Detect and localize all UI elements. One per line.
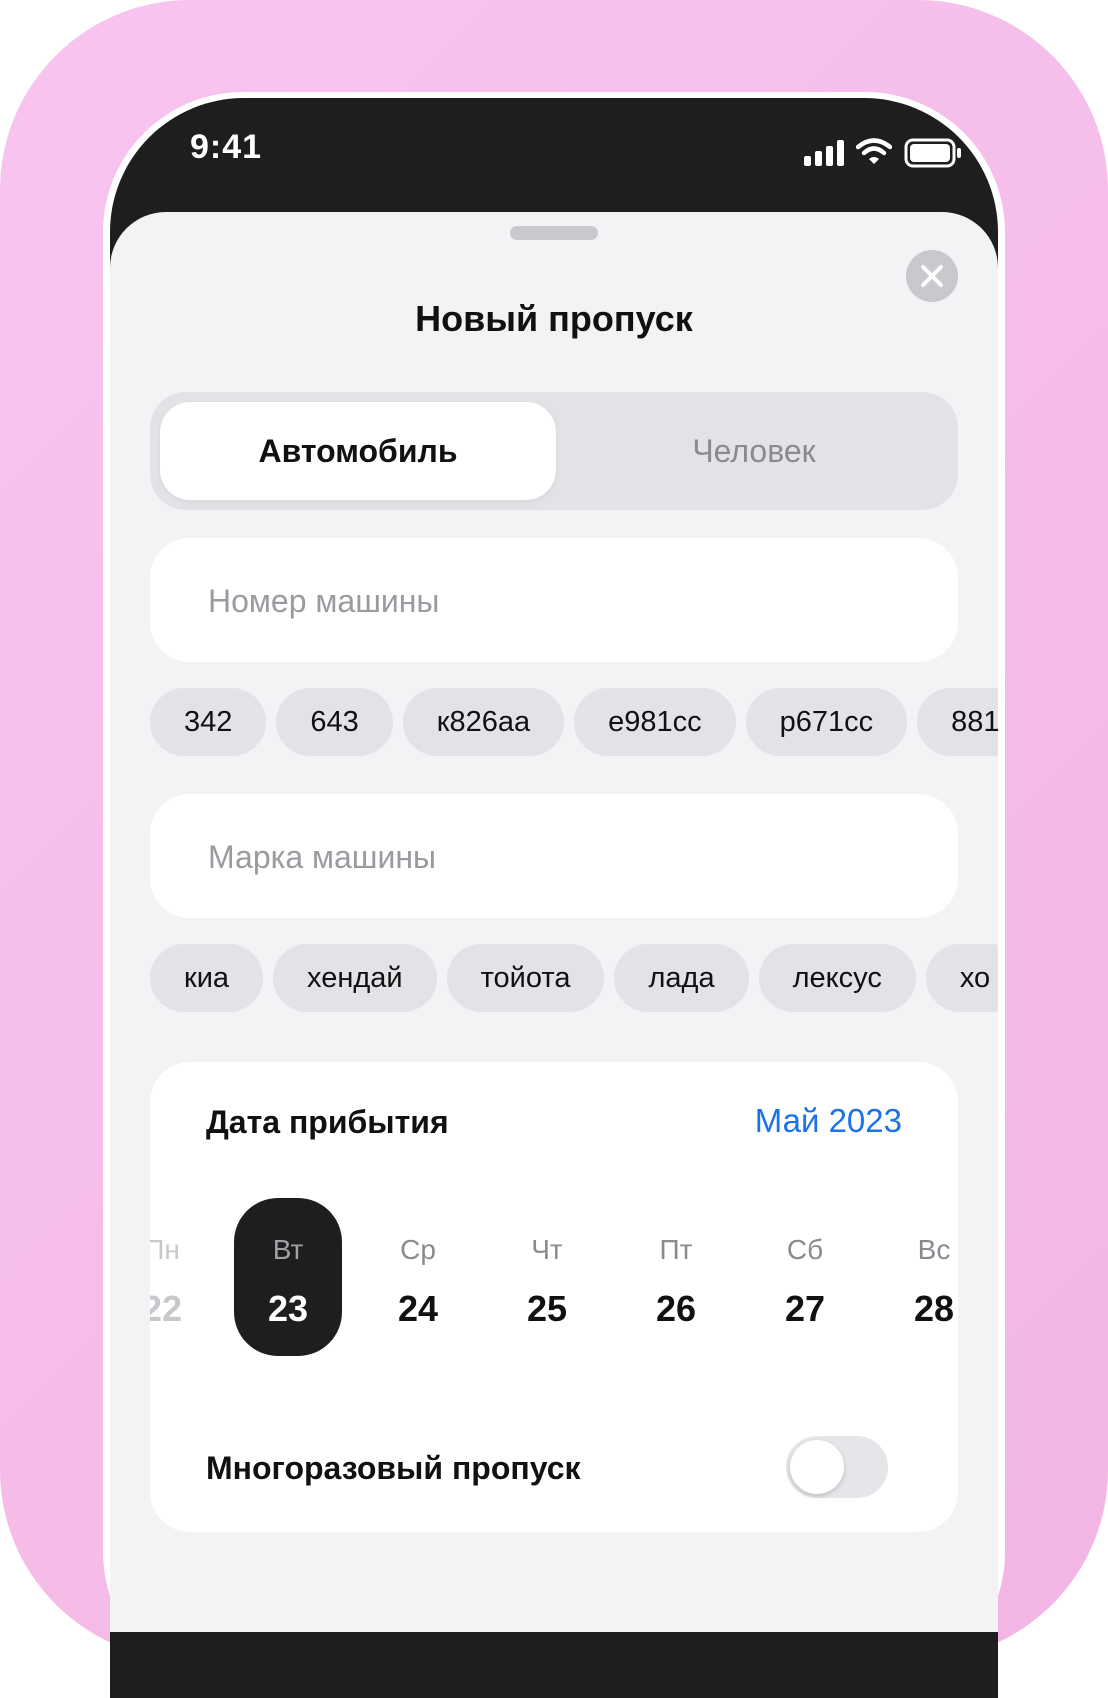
pass-type-selector: Автомобиль Человек [150,392,958,510]
car-number-chip[interactable]: к826аа [402,688,565,756]
day-item[interactable]: Пт 26 [622,1198,730,1356]
car-brand-suggestions: киа хендай тойота лада лексус хо [150,944,998,1014]
segment-car[interactable]: Автомобиль [160,402,556,500]
car-brand-chip[interactable]: лексус [758,944,916,1012]
day-item[interactable]: Чт 25 [493,1198,601,1356]
car-brand-field[interactable] [150,794,958,920]
battery-icon [904,138,961,168]
day-picker: Пн 22 Вт 23 Ср 24 Чт 25 Пт 26 Сб 27 Вс 2… [150,1198,958,1358]
car-number-chip[interactable]: 643 [276,688,393,756]
car-number-chip[interactable]: 342 [150,688,267,756]
car-number-input[interactable] [206,538,910,664]
close-button[interactable] [906,250,958,302]
arrival-date-card: Дата прибытия Май 2023 Пн 22 Вт 23 Ср 24… [150,1062,958,1532]
month-selector[interactable]: Май 2023 [755,1102,902,1140]
car-brand-chip[interactable]: тойота [446,944,605,1012]
toggle-knob [790,1440,844,1494]
sheet-title: Новый пропуск [415,298,693,339]
sheet-grabber[interactable] [510,226,598,240]
car-brand-chip[interactable]: хендай [273,944,437,1012]
day-item-selected[interactable]: Вт 23 [234,1198,342,1356]
multi-pass-label: Многоразовый пропуск [206,1450,581,1486]
wifi-icon [856,138,892,164]
status-time: 9:41 [190,128,263,166]
car-brand-input[interactable] [206,794,910,920]
car-number-chip[interactable]: е981сс [574,688,736,756]
car-number-chip[interactable]: р671сс [745,688,908,756]
arrival-date-label: Дата прибытия [206,1104,449,1140]
car-brand-chip[interactable]: хо [925,944,998,1012]
signal-icon [804,140,844,166]
car-brand-chip[interactable]: лада [614,944,749,1012]
car-number-chip[interactable]: 881 [917,688,998,756]
day-item[interactable]: Сб 27 [751,1198,859,1356]
new-pass-sheet: Новый пропуск Автомобиль Человек 342 643… [110,212,998,1632]
day-item[interactable]: Пн 22 [150,1198,216,1356]
car-number-field[interactable] [150,538,958,664]
multi-pass-toggle[interactable] [786,1436,888,1498]
car-brand-chip[interactable]: киа [150,944,264,1012]
car-number-suggestions: 342 643 к826аа е981сс р671сс 881 [150,688,998,758]
segment-person[interactable]: Человек [556,402,952,500]
close-icon [921,265,943,287]
day-item[interactable]: Вс 28 [880,1198,958,1356]
day-item[interactable]: Ср 24 [364,1198,472,1356]
